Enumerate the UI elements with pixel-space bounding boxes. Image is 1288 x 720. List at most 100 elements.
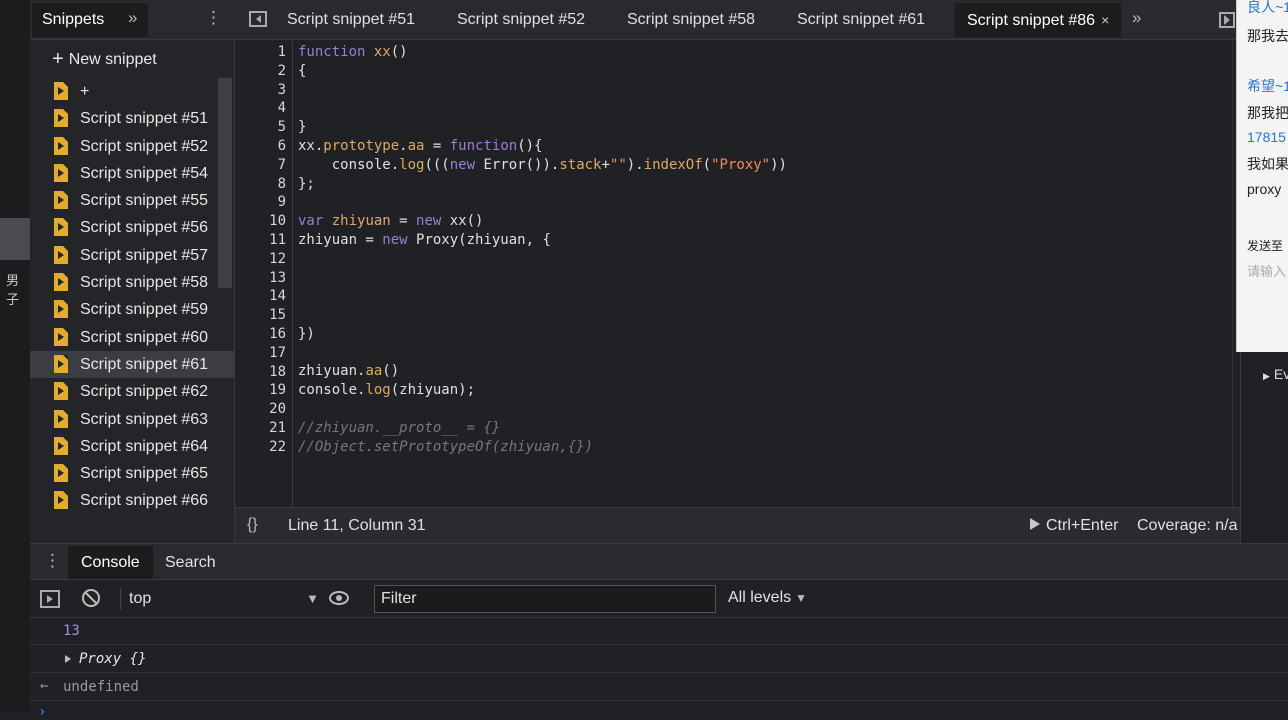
sidebar-menu-icon[interactable]: ⋮ bbox=[205, 8, 222, 28]
snippet-label: Script snippet #55 bbox=[80, 192, 209, 210]
sidebar-scrollbar[interactable] bbox=[218, 78, 232, 288]
snippets-sidebar: Snippets » ⋮ + New snippet + Script snippe… bbox=[30, 0, 235, 543]
chat-line: 那我去 bbox=[1247, 28, 1288, 44]
code-editor[interactable]: 1 2 3 4 5 6 7 8 9 10 11 12 13 14 15 16 17 18 19 20 21 22 func… bbox=[235, 41, 1240, 507]
console-message: 13 bbox=[30, 618, 1288, 645]
log-levels-dropdown[interactable]: All levels ▼ bbox=[728, 589, 807, 607]
code-line-11: zhiyuan = new Proxy(zhiyuan, { bbox=[298, 232, 551, 248]
toggle-navigator-icon[interactable] bbox=[249, 11, 267, 27]
line-number: 20 bbox=[269, 401, 286, 418]
context-value: top bbox=[129, 590, 152, 607]
drawer-tab-bar: ⋮ Console Search bbox=[30, 543, 1288, 580]
event-listeners-section[interactable]: ▶ Ev bbox=[1263, 366, 1288, 382]
chat-send-label[interactable]: 发送至 bbox=[1247, 237, 1283, 254]
tab-search[interactable]: Search bbox=[152, 546, 229, 579]
snippet-list-item[interactable]: Script snippet #52 bbox=[30, 133, 235, 160]
right-side-panel: ▶ Ev bbox=[1240, 352, 1288, 543]
snippet-file-icon bbox=[54, 409, 68, 428]
snippet-list-item[interactable]: + bbox=[30, 78, 235, 105]
context-selector[interactable]: top ▼ bbox=[120, 588, 319, 610]
snippet-file-icon bbox=[54, 300, 68, 319]
snippet-list-item[interactable]: Script snippet #65 bbox=[30, 460, 235, 487]
snippet-file-icon bbox=[54, 218, 68, 237]
line-number: 16 bbox=[269, 326, 286, 342]
line-number: 18 bbox=[269, 363, 286, 380]
chat-input-placeholder[interactable]: 请输入 bbox=[1247, 261, 1286, 280]
left-edge-text: 男子 bbox=[6, 273, 20, 307]
editor-tab[interactable]: Script snippet #52 bbox=[445, 3, 597, 37]
snippet-list-item[interactable]: Script snippet #64 bbox=[30, 433, 235, 460]
chat-line: proxy bbox=[1247, 181, 1282, 197]
console-prompt[interactable]: › bbox=[38, 704, 46, 720]
line-number: 9 bbox=[277, 194, 286, 211]
editor-tab-active[interactable]: Script snippet #86 × bbox=[955, 3, 1122, 37]
snippet-file-icon bbox=[54, 464, 68, 483]
console-number-value: 13 bbox=[63, 623, 80, 639]
coverage-status: Coverage: n/a bbox=[1137, 517, 1238, 534]
chat-overlay-panel: 良人~1 那我去 希望~1 那我把 17815 我如果 proxy 发送至 请输… bbox=[1236, 0, 1288, 352]
line-number: 11 bbox=[269, 232, 286, 248]
line-number: 10 bbox=[269, 213, 286, 230]
snippet-list-item[interactable]: Script snippet #63 bbox=[30, 406, 235, 433]
snippet-file-icon bbox=[54, 273, 68, 292]
snippet-list-item[interactable]: Script snippet #66 bbox=[30, 487, 235, 514]
clear-console-icon[interactable] bbox=[82, 589, 100, 607]
drawer-menu-icon[interactable]: ⋮ bbox=[44, 551, 61, 571]
sidebar-more-tabs-icon[interactable]: » bbox=[128, 8, 137, 28]
expand-triangle-icon bbox=[65, 655, 71, 663]
editor-tab[interactable]: Script snippet #61 bbox=[785, 3, 937, 37]
more-tabs-icon[interactable]: » bbox=[1132, 8, 1141, 28]
console-toolbar: top▼ All levels▼ bbox=[30, 580, 1288, 618]
code-line-1: function xx() bbox=[298, 44, 408, 60]
snippet-list-item[interactable]: Script snippet #55 bbox=[30, 187, 235, 214]
new-snippet-button[interactable]: + New snippet bbox=[52, 47, 157, 70]
snippet-label: + bbox=[80, 83, 90, 100]
editor-tab[interactable]: Script snippet #51 bbox=[275, 3, 427, 37]
show-console-sidebar-icon[interactable] bbox=[40, 590, 60, 608]
new-snippet-label: New snippet bbox=[68, 51, 157, 68]
return-arrow-icon: ← bbox=[40, 678, 49, 694]
toggle-debugger-icon[interactable] bbox=[1219, 12, 1235, 28]
chat-line: 那我把 bbox=[1247, 105, 1288, 121]
plus-icon: + bbox=[52, 48, 64, 70]
editor-tab-label: Script snippet #86 bbox=[967, 12, 1096, 29]
code-line-19: console.log(zhiyuan); bbox=[298, 382, 476, 398]
snippet-file-icon bbox=[54, 436, 68, 455]
snippet-list-item[interactable]: Script snippet #51 bbox=[30, 105, 235, 132]
snippet-label: Script snippet #54 bbox=[80, 164, 209, 182]
levels-label: All levels bbox=[728, 589, 792, 606]
line-number: 14 bbox=[269, 288, 286, 305]
code-line-16: }) bbox=[298, 326, 315, 342]
snippet-list-item[interactable]: Script snippet #58 bbox=[30, 269, 235, 296]
chat-line: 良人~1 bbox=[1247, 0, 1288, 15]
line-number-gutter: 1 2 3 4 5 6 7 8 9 10 11 12 13 14 15 16 17 18 19 20 21 22 bbox=[235, 41, 293, 507]
snippet-list-item[interactable]: Script snippet #59 bbox=[30, 296, 235, 323]
snippet-label: Script snippet #61 bbox=[80, 355, 209, 373]
snippet-label: Script snippet #59 bbox=[80, 301, 209, 319]
filter-input[interactable] bbox=[374, 585, 716, 613]
object-label: Proxy {} bbox=[79, 651, 147, 667]
live-expression-eye-icon[interactable] bbox=[329, 591, 349, 605]
snippet-list-item[interactable]: Script snippet #57 bbox=[30, 242, 235, 269]
snippet-list-item[interactable]: Script snippet #61 bbox=[30, 350, 235, 379]
snippet-file-icon bbox=[54, 136, 68, 155]
snippet-list-item[interactable]: Script snippet #56 bbox=[30, 214, 235, 241]
snippet-list-item[interactable]: Script snippet #62 bbox=[30, 378, 235, 405]
line-number: 4 bbox=[277, 100, 286, 117]
editor-tab-label: Script snippet #52 bbox=[457, 11, 586, 28]
snippet-list-item[interactable]: Script snippet #60 bbox=[30, 324, 235, 351]
run-snippet-button[interactable]: Ctrl+Enter bbox=[1030, 517, 1118, 535]
code-line-21: //zhiyuan.__proto__ = {} bbox=[298, 420, 501, 436]
snippet-list-item[interactable]: Script snippet #54 bbox=[30, 160, 235, 187]
console-message[interactable]: Proxy {} bbox=[30, 646, 1288, 673]
pretty-print-icon[interactable]: {} bbox=[247, 516, 258, 534]
console-object-value[interactable]: Proxy {} bbox=[65, 651, 146, 667]
snippet-label: Script snippet #62 bbox=[80, 383, 209, 401]
snippet-file-icon bbox=[54, 191, 68, 210]
chat-line: 我如果 bbox=[1247, 156, 1288, 172]
snippet-file-icon bbox=[54, 327, 68, 346]
tab-console[interactable]: Console bbox=[68, 546, 153, 579]
line-number: 6 bbox=[277, 138, 286, 154]
editor-tab[interactable]: Script snippet #58 bbox=[615, 3, 767, 37]
close-tab-icon[interactable]: × bbox=[1101, 12, 1109, 28]
